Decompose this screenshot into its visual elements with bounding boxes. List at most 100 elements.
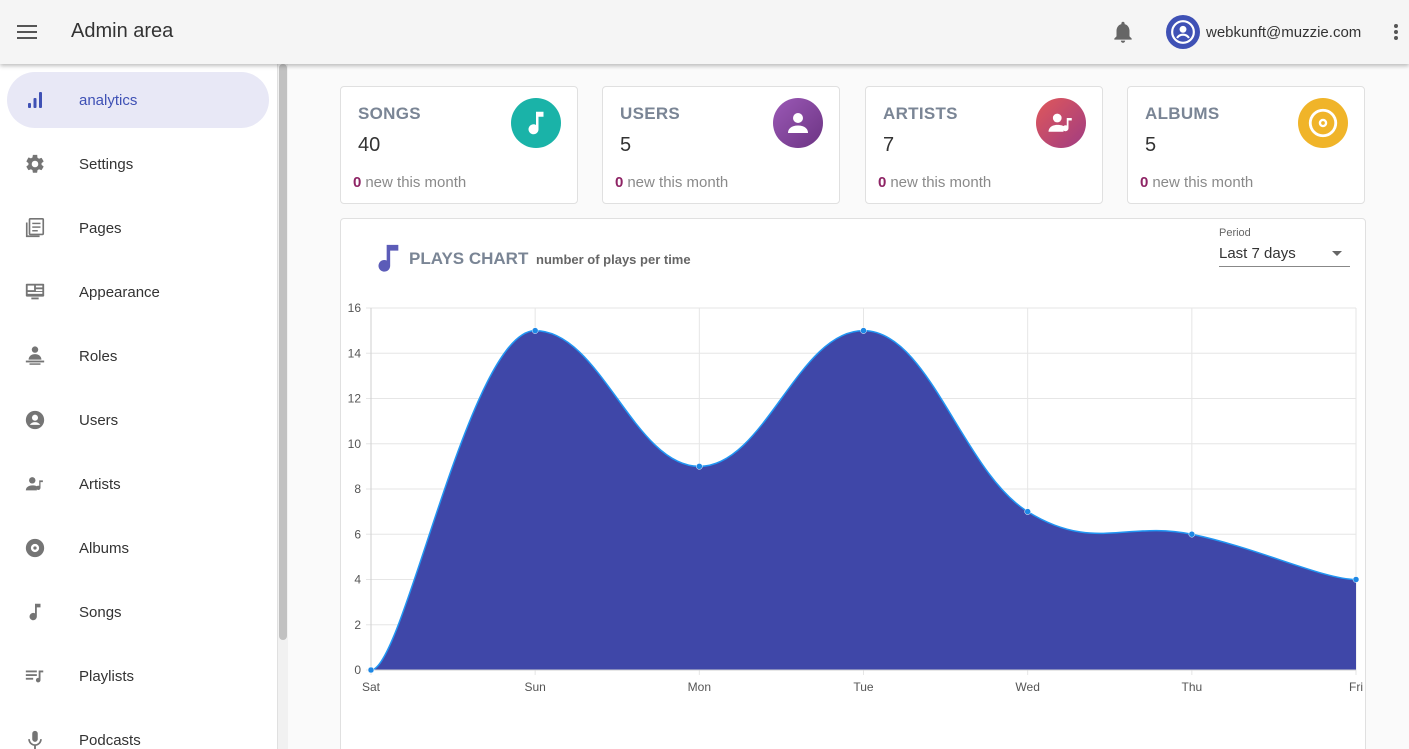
y-tick-label: 2 xyxy=(354,618,361,632)
data-point xyxy=(860,327,867,334)
x-tick-label: Sun xyxy=(524,680,545,694)
menu-button[interactable] xyxy=(12,17,42,47)
card-new-this-month: 0 new this month xyxy=(353,174,466,191)
app-title: Admin area xyxy=(71,20,174,42)
card-count: 5 xyxy=(1145,134,1157,156)
songs-card: SONGS 40 0 new this month xyxy=(340,86,578,204)
sidebar-item-users[interactable]: Users xyxy=(7,392,269,448)
card-new-this-month: 0 new this month xyxy=(1140,174,1253,191)
data-point xyxy=(1188,531,1196,538)
card-new-this-month: 0 new this month xyxy=(878,174,991,191)
card-title: USERS xyxy=(620,104,681,123)
y-tick-label: 10 xyxy=(348,437,362,451)
new-count: 0 xyxy=(615,174,624,191)
x-tick-label: Sat xyxy=(362,680,381,694)
x-tick-label: Tue xyxy=(853,680,874,694)
sidebar-item-playlists[interactable]: Playlists xyxy=(7,648,269,704)
artist-icon xyxy=(1036,98,1086,148)
new-label: new this month xyxy=(890,174,992,191)
sidebar-item-label: Users xyxy=(79,411,119,429)
plays-chart-panel: PLAYS CHART number of plays per time Per… xyxy=(340,218,1366,749)
data-point xyxy=(1352,576,1360,583)
new-label: new this month xyxy=(627,174,729,191)
sidebar-item-settings[interactable]: Settings xyxy=(7,136,269,192)
sidebar-item-label: Pages xyxy=(79,219,122,237)
data-point xyxy=(531,327,539,334)
albums-card: ALBUMS 5 0 new this month xyxy=(1127,86,1365,204)
sidebar: analytics Settings Pages Appearance Role… xyxy=(0,64,278,749)
user-circle-icon xyxy=(23,408,47,432)
x-tick-label: Fri xyxy=(1349,680,1363,694)
plays-area-fill xyxy=(371,330,1356,670)
new-count: 0 xyxy=(353,174,362,191)
y-tick-label: 4 xyxy=(354,573,361,587)
more-options-button[interactable] xyxy=(1385,19,1407,45)
new-count: 0 xyxy=(878,174,887,191)
scrollbar-thumb[interactable] xyxy=(279,64,287,640)
sidebar-item-label: Playlists xyxy=(79,667,135,685)
card-count: 5 xyxy=(620,134,632,156)
avatar xyxy=(1166,15,1200,49)
album-icon xyxy=(23,536,47,560)
new-count: 0 xyxy=(1140,174,1149,191)
y-tick-label: 6 xyxy=(354,527,361,541)
x-tick-label: Thu xyxy=(1181,680,1202,694)
sidebar-item-appearance[interactable]: Appearance xyxy=(7,264,269,320)
y-tick-label: 14 xyxy=(348,346,362,360)
sidebar-item-artists[interactable]: Artists xyxy=(7,456,269,512)
y-tick-label: 0 xyxy=(354,663,361,677)
more-vertical-icon xyxy=(1394,24,1398,40)
sidebar-item-songs[interactable]: Songs xyxy=(7,584,269,640)
playlist-icon xyxy=(23,664,47,688)
sidebar-item-label: Roles xyxy=(79,347,118,365)
sidebar-item-analytics[interactable]: analytics xyxy=(7,72,269,128)
artists-card: ARTISTS 7 0 new this month xyxy=(865,86,1103,204)
pages-icon xyxy=(23,216,47,240)
music-note-icon xyxy=(511,98,561,148)
sidebar-item-label: analytics xyxy=(79,91,138,109)
sidebar-scrollbar[interactable] xyxy=(278,64,288,749)
card-title: ARTISTS xyxy=(883,104,958,123)
artist-icon xyxy=(23,472,47,496)
roles-icon xyxy=(23,344,47,368)
card-count: 7 xyxy=(883,134,895,156)
y-tick-label: 8 xyxy=(354,482,361,496)
top-bar: Admin area webkunft@muzzie.com xyxy=(0,0,1409,64)
y-tick-label: 16 xyxy=(348,301,362,315)
analytics-icon xyxy=(23,88,47,112)
sidebar-item-label: Appearance xyxy=(79,283,160,301)
sidebar-item-pages[interactable]: Pages xyxy=(7,200,269,256)
sidebar-item-label: Artists xyxy=(79,475,121,493)
card-count: 40 xyxy=(358,134,381,156)
sidebar-item-albums[interactable]: Albums xyxy=(7,520,269,576)
sidebar-item-label: Podcasts xyxy=(79,731,141,749)
data-point xyxy=(1024,508,1031,515)
microphone-icon xyxy=(23,728,47,749)
card-new-this-month: 0 new this month xyxy=(615,174,728,191)
x-tick-label: Wed xyxy=(1015,680,1039,694)
sidebar-item-label: Settings xyxy=(79,155,134,173)
x-tick-label: Mon xyxy=(688,680,711,694)
bell-icon xyxy=(1114,21,1132,43)
y-tick-label: 12 xyxy=(348,392,362,406)
account-email: webkunft@muzzie.com xyxy=(1206,23,1362,41)
new-label: new this month xyxy=(365,174,467,191)
data-point xyxy=(367,666,375,674)
new-label: new this month xyxy=(1152,174,1254,191)
card-title: SONGS xyxy=(358,104,421,123)
gear-icon xyxy=(23,152,47,176)
sidebar-item-label: Songs xyxy=(79,603,122,621)
plays-area-chart: 0 2 4 6 8 10 12 14 16 Sat Sun Mon Tue Wed Thu Fri xyxy=(348,301,1363,694)
notifications-button[interactable] xyxy=(1110,19,1136,45)
card-title: ALBUMS xyxy=(1145,104,1220,123)
sidebar-item-podcasts[interactable]: Podcasts xyxy=(7,712,269,749)
user-circle-icon xyxy=(1171,20,1195,44)
sidebar-item-roles[interactable]: Roles xyxy=(7,328,269,384)
monitor-icon xyxy=(23,280,47,304)
user-icon xyxy=(773,98,823,148)
album-icon xyxy=(1298,98,1348,148)
account-menu[interactable]: webkunft@muzzie.com xyxy=(1166,15,1361,49)
users-card: USERS 5 0 new this month xyxy=(602,86,840,204)
data-point xyxy=(696,463,703,470)
music-note-icon xyxy=(23,600,47,624)
